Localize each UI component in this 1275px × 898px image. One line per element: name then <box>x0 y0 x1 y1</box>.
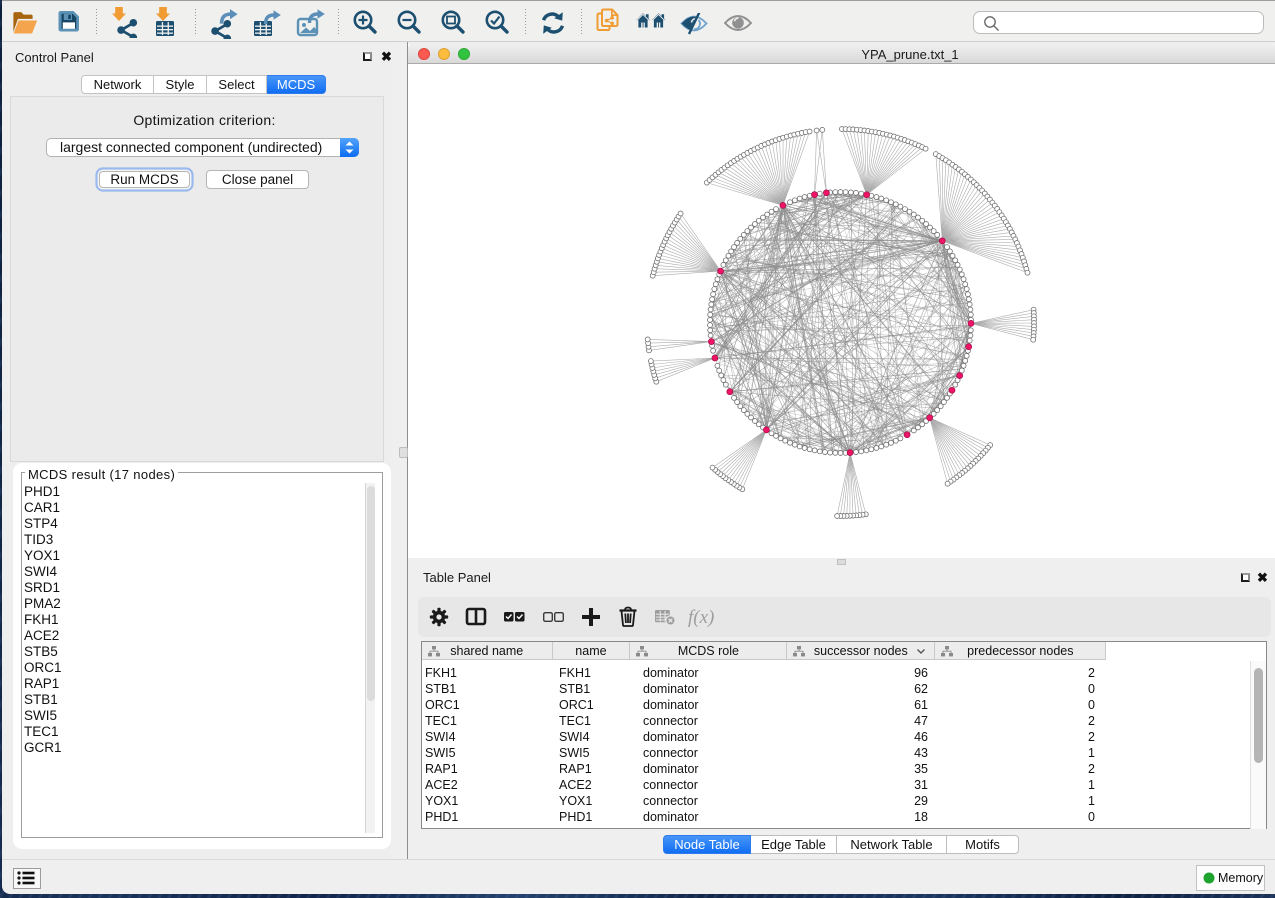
svg-text:f(x): f(x) <box>688 607 714 628</box>
